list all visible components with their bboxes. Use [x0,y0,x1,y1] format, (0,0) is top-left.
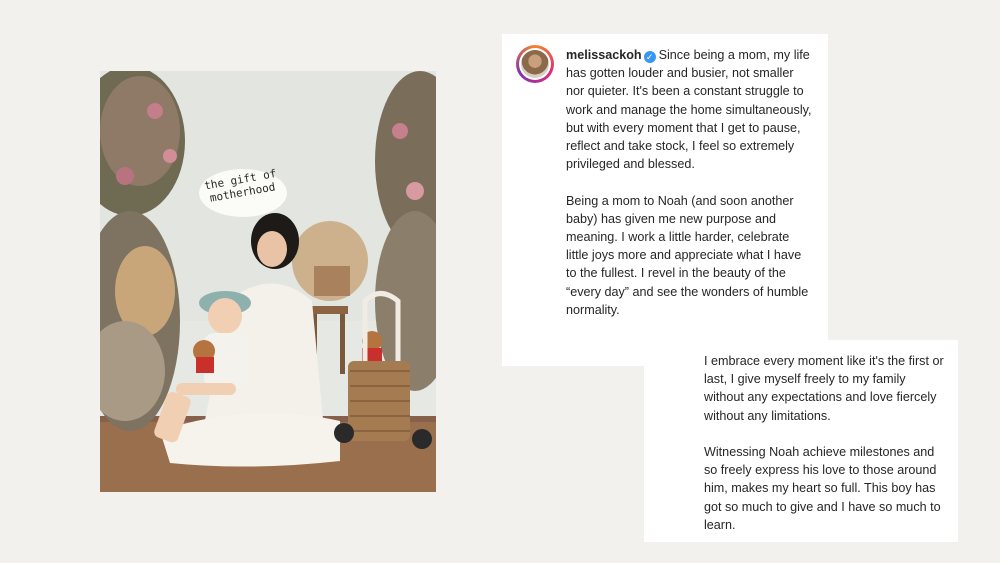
caption-part1: Since being a mom, my life has gotten lo… [566,48,812,317]
avatar-photo [521,50,549,78]
family-photo: the gift of motherhood [100,71,436,492]
caption-card-continued: I embrace every moment like it's the fir… [644,340,958,542]
verified-badge-icon: ✓ [643,51,656,63]
caption-text: melissackoh ✓ Since being a mom, my life h… [566,46,814,319]
avatar[interactable] [516,45,554,83]
caption-card-primary: melissackoh ✓ Since being a mom, my life h… [502,34,828,366]
caption-part2: I embrace every moment like it's the fir… [704,354,944,532]
username-link[interactable]: melissackoh [566,48,642,62]
